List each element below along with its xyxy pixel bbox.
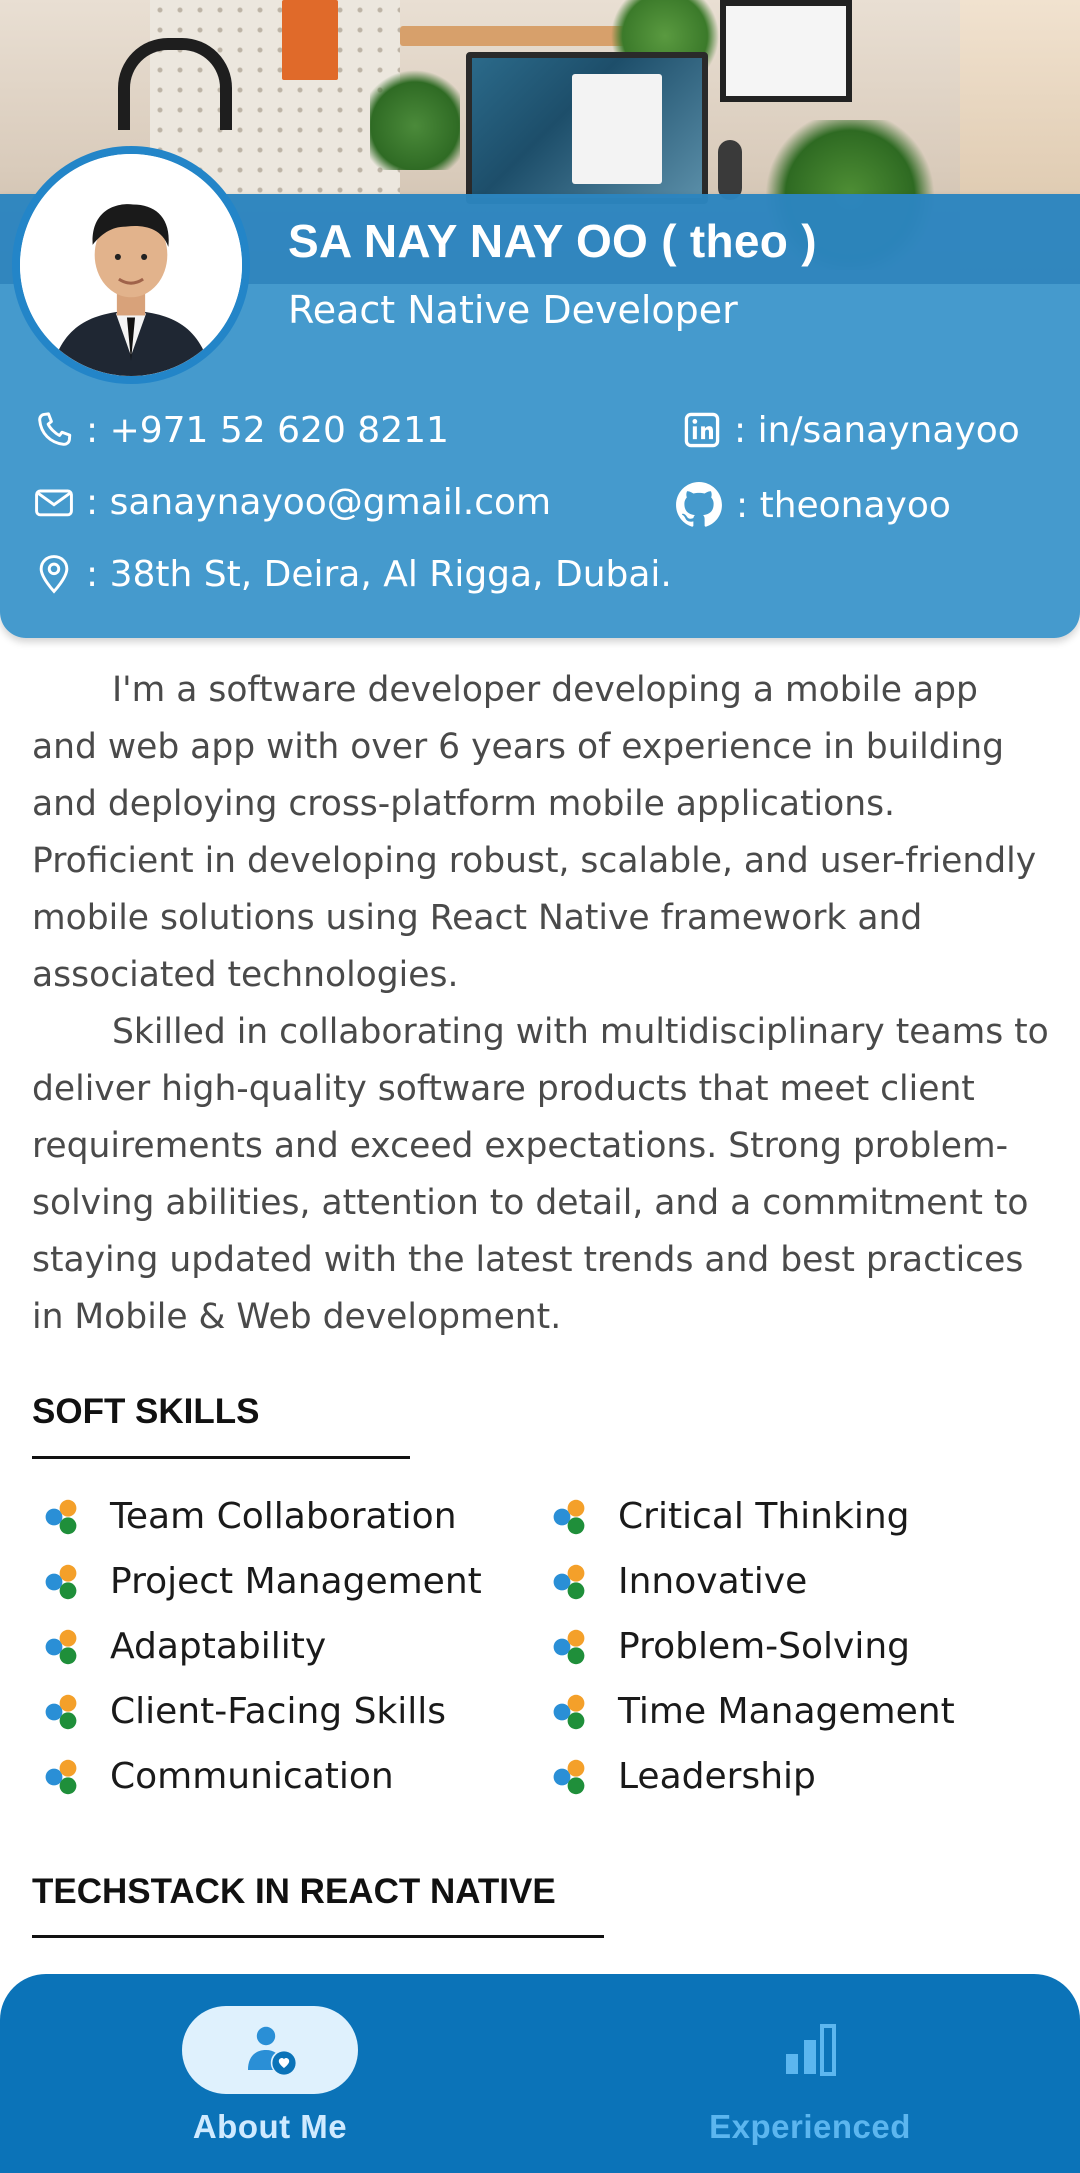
- picture-frame: [720, 0, 852, 102]
- headphones: [118, 38, 232, 130]
- linkedin-value: : in/sanaynayoo: [734, 409, 1020, 451]
- profile-name: SA NAY NAY OO ( theo ): [288, 215, 817, 267]
- hexagon-bullet-icon: [42, 1562, 82, 1602]
- bottom-tab-bar: About Me Experienced: [0, 1974, 1080, 2173]
- skill-label: Critical Thinking: [618, 1496, 910, 1537]
- microphone: [718, 140, 742, 200]
- skill-label: Innovative: [618, 1561, 808, 1602]
- mail-icon: [32, 480, 76, 524]
- skill-label: Leadership: [618, 1756, 816, 1797]
- contact-github[interactable]: : theonayoo: [672, 478, 951, 532]
- book: [282, 0, 338, 80]
- monitor: [466, 52, 708, 204]
- techstack-divider: [32, 1935, 604, 1938]
- hexagon-bullet-icon: [550, 1562, 590, 1602]
- bar-chart-icon: [778, 2018, 842, 2082]
- about-text: I'm a software developer developing a mo…: [32, 662, 1052, 1346]
- about-paragraph: I'm a software developer developing a mo…: [32, 670, 1037, 995]
- about-paragraph: Skilled in collaborating with multidisci…: [32, 1012, 1049, 1337]
- phone-value: : +971 52 620 8211: [86, 409, 449, 451]
- contact-phone[interactable]: : +971 52 620 8211: [32, 408, 449, 452]
- skill-item: Leadership: [550, 1756, 816, 1797]
- github-value: : theonayoo: [736, 484, 951, 526]
- linkedin-icon: [680, 408, 724, 452]
- soft-skills-title: SOFT SKILLS: [32, 1392, 260, 1431]
- techstack-title: TECHSTACK IN REACT NATIVE: [32, 1872, 556, 1911]
- soft-skills-divider: [32, 1456, 410, 1459]
- skill-item: Project Management: [42, 1561, 482, 1602]
- tab-experienced[interactable]: Experienced: [630, 1974, 990, 2173]
- hexagon-bullet-icon: [42, 1692, 82, 1732]
- tab-about-me[interactable]: About Me: [90, 1974, 450, 2173]
- phone-icon: [32, 408, 76, 452]
- address-value: : 38th St, Deira, Al Rigga, Dubai.: [86, 553, 672, 595]
- skill-label: Communication: [110, 1756, 394, 1797]
- hexagon-bullet-icon: [550, 1627, 590, 1667]
- skill-label: Team Collaboration: [110, 1496, 457, 1537]
- avatar-portrait: [20, 154, 242, 376]
- hexagon-bullet-icon: [42, 1497, 82, 1537]
- hexagon-bullet-icon: [42, 1627, 82, 1667]
- skill-label: Project Management: [110, 1561, 482, 1602]
- shelf: [400, 26, 640, 46]
- profile-role: React Native Developer: [288, 288, 738, 332]
- contact-address[interactable]: : 38th St, Deira, Al Rigga, Dubai.: [32, 552, 672, 596]
- location-pin-icon: [32, 552, 76, 596]
- skill-item: Problem-Solving: [550, 1626, 910, 1667]
- tab-label-about-me: About Me: [192, 2108, 348, 2145]
- contact-email[interactable]: : sanaynayoo@gmail.com: [32, 480, 551, 524]
- email-value: : sanaynayoo@gmail.com: [86, 481, 552, 523]
- hexagon-bullet-icon: [550, 1757, 590, 1797]
- hexagon-bullet-icon: [550, 1692, 590, 1732]
- tab-label-experienced: Experienced: [709, 2108, 911, 2145]
- skill-item: Critical Thinking: [550, 1496, 910, 1537]
- github-icon: [672, 478, 726, 532]
- skill-label: Problem-Solving: [618, 1626, 911, 1667]
- skill-label: Client-Facing Skills: [110, 1691, 447, 1732]
- hexagon-bullet-icon: [42, 1757, 82, 1797]
- contact-linkedin[interactable]: : in/sanaynayoo: [680, 408, 1020, 452]
- user-badge-icon: [238, 2018, 302, 2082]
- skill-item: Adaptability: [42, 1626, 326, 1667]
- plant: [370, 60, 460, 170]
- skill-item: Innovative: [550, 1561, 807, 1602]
- skill-item: Team Collaboration: [42, 1496, 457, 1537]
- avatar: [12, 146, 250, 384]
- hexagon-bullet-icon: [550, 1497, 590, 1537]
- skill-label: Time Management: [618, 1691, 955, 1732]
- skill-item: Client-Facing Skills: [42, 1691, 446, 1732]
- skill-item: Communication: [42, 1756, 394, 1797]
- skill-item: Time Management: [550, 1691, 955, 1732]
- skill-label: Adaptability: [110, 1626, 327, 1667]
